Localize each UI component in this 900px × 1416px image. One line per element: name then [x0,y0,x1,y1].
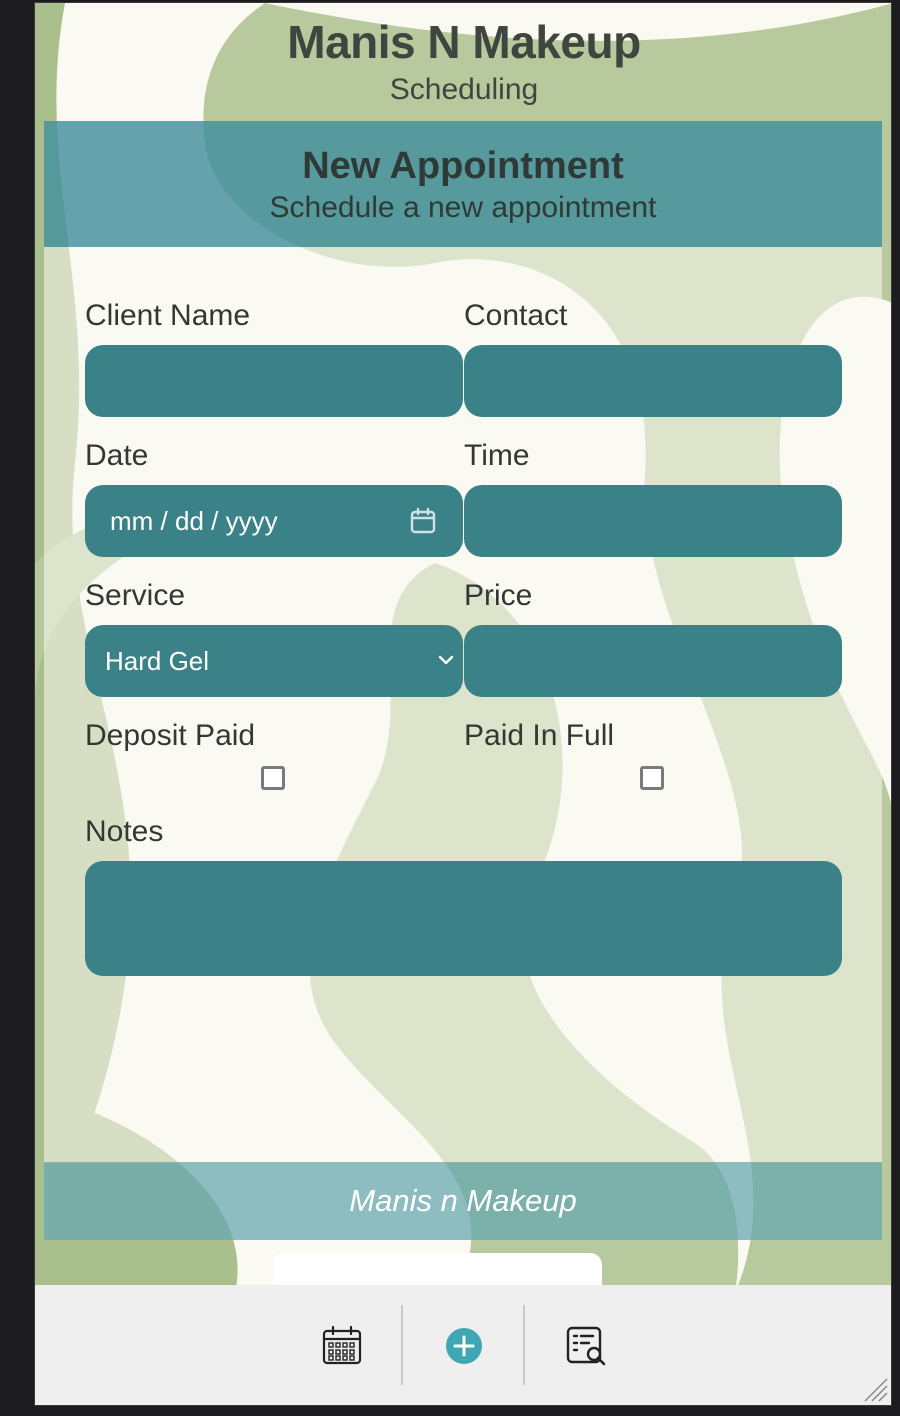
nav-search-button[interactable] [525,1285,645,1405]
resize-handle-icon[interactable] [861,1375,889,1403]
app-subtitle: Scheduling [389,73,539,106]
calendar-picker-icon[interactable] [409,507,437,535]
search-list-icon [566,1326,606,1366]
page-subtitle: Schedule a new appointment [269,191,657,224]
deposit-paid-checkbox[interactable] [261,766,285,790]
service-label: Service [85,579,186,612]
app-window: Manis N Makeup Scheduling New Appointmen… [34,2,892,1406]
date-placeholder: mm / dd / yyyy [110,506,278,536]
deposit-paid-label: Deposit Paid [85,719,256,752]
add-circle-icon [446,1328,482,1364]
client-name-input[interactable] [85,345,463,417]
time-label: Time [464,439,530,472]
paid-in-full-label: Paid In Full [464,719,615,752]
service-selected-value: Hard Gel [105,646,210,676]
contact-input[interactable] [464,345,842,417]
nav-add-button[interactable] [403,1285,523,1405]
price-label: Price [464,579,533,612]
bottom-nav [35,1285,891,1405]
time-input[interactable] [464,485,842,557]
client-name-label: Client Name [85,299,251,332]
nav-calendar-button[interactable] [281,1285,401,1405]
paid-in-full-checkbox[interactable] [640,766,664,790]
calendar-icon [322,1325,362,1365]
chevron-down-icon [438,655,454,665]
service-select[interactable]: Hard Gel [85,625,463,697]
date-label: Date [85,439,149,472]
date-input[interactable]: mm / dd / yyyy [85,485,463,557]
notes-textarea[interactable] [85,861,842,976]
notes-label: Notes [85,815,164,848]
page-title: New Appointment [302,145,624,187]
footer-text: Manis n Makeup [349,1183,577,1218]
footer: Manis n Makeup [44,1162,882,1240]
contact-label: Contact [464,299,568,332]
page-header: New Appointment Schedule a new appointme… [44,121,882,247]
app-title: Manis N Makeup [287,16,641,68]
price-input[interactable] [464,625,842,697]
